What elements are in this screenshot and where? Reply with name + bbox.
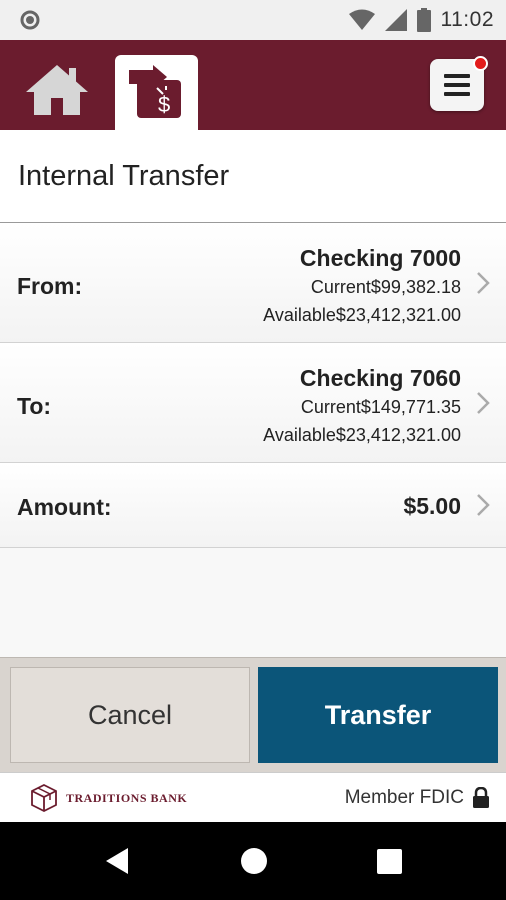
from-current-value: $99,382.18 (370, 277, 461, 297)
from-current: Current$99,382.18 (311, 277, 461, 298)
cancel-button[interactable]: Cancel (10, 667, 250, 763)
to-current: Current$149,771.35 (301, 397, 461, 418)
chevron-right-icon (477, 494, 490, 516)
to-current-label: Current (300, 397, 361, 417)
home-icon (26, 65, 88, 115)
to-available: Available$23,412,321.00 (263, 425, 461, 446)
wifi-icon (348, 9, 375, 30)
from-label: From: (17, 273, 83, 299)
from-current-label: Current (310, 277, 371, 297)
app-header: $ (0, 40, 506, 130)
recents-icon[interactable] (377, 849, 402, 874)
content-spacer (0, 548, 506, 658)
chevron-right-icon (477, 272, 490, 294)
back-icon[interactable] (104, 846, 130, 876)
menu-button[interactable] (430, 56, 488, 111)
to-available-label: Available (263, 425, 336, 445)
circle-notification-icon (20, 10, 40, 30)
to-available-value: $23,412,321.00 (335, 425, 461, 445)
to-label: To: (17, 393, 52, 419)
footer: TRADITIONS BANK Member FDIC (0, 772, 506, 823)
from-account-row[interactable]: From: Checking 7000 Current$99,382.18 Av… (0, 223, 506, 343)
signal-icon (384, 9, 407, 31)
member-fdic: Member FDIC (345, 787, 490, 809)
from-account-name: Checking 7000 (299, 245, 461, 271)
transfer-button[interactable]: Transfer (258, 667, 498, 763)
action-bar: Cancel Transfer (0, 657, 506, 773)
to-account-row[interactable]: To: Checking 7060 Current$149,771.35 Ava… (0, 343, 506, 463)
bank-logo: TRADITIONS BANK (30, 783, 187, 813)
transfer-dollar-icon: $ (129, 65, 181, 118)
notification-badge (473, 56, 488, 71)
from-available-label: Available (263, 305, 336, 325)
amount-row[interactable]: Amount: $5.00 (0, 463, 506, 548)
to-account-name: Checking 7060 (299, 365, 461, 391)
home-circle-icon[interactable] (240, 847, 268, 875)
from-available-value: $23,412,321.00 (335, 305, 461, 325)
from-available: Available$23,412,321.00 (263, 305, 461, 326)
lock-icon (473, 787, 489, 808)
chevron-right-icon (477, 392, 490, 414)
status-bar: 11:02 (0, 0, 506, 40)
amount-label: Amount: (17, 494, 112, 520)
to-current-value: $149,771.35 (360, 397, 461, 417)
fdic-text: Member FDIC (344, 787, 464, 808)
amount-value: $5.00 (403, 493, 461, 519)
status-time: 11:02 (440, 8, 494, 31)
traditions-bank-logo-icon (31, 783, 57, 813)
home-tab[interactable] (24, 62, 90, 118)
transfer-tab[interactable]: $ (115, 55, 198, 130)
battery-icon (416, 8, 431, 32)
bank-name: TRADITIONS BANK (66, 790, 188, 805)
system-nav-bar (0, 822, 506, 900)
page-header: Internal Transfer (0, 130, 506, 223)
page-title: Internal Transfer (18, 160, 230, 192)
svg-text:$: $ (158, 92, 170, 117)
